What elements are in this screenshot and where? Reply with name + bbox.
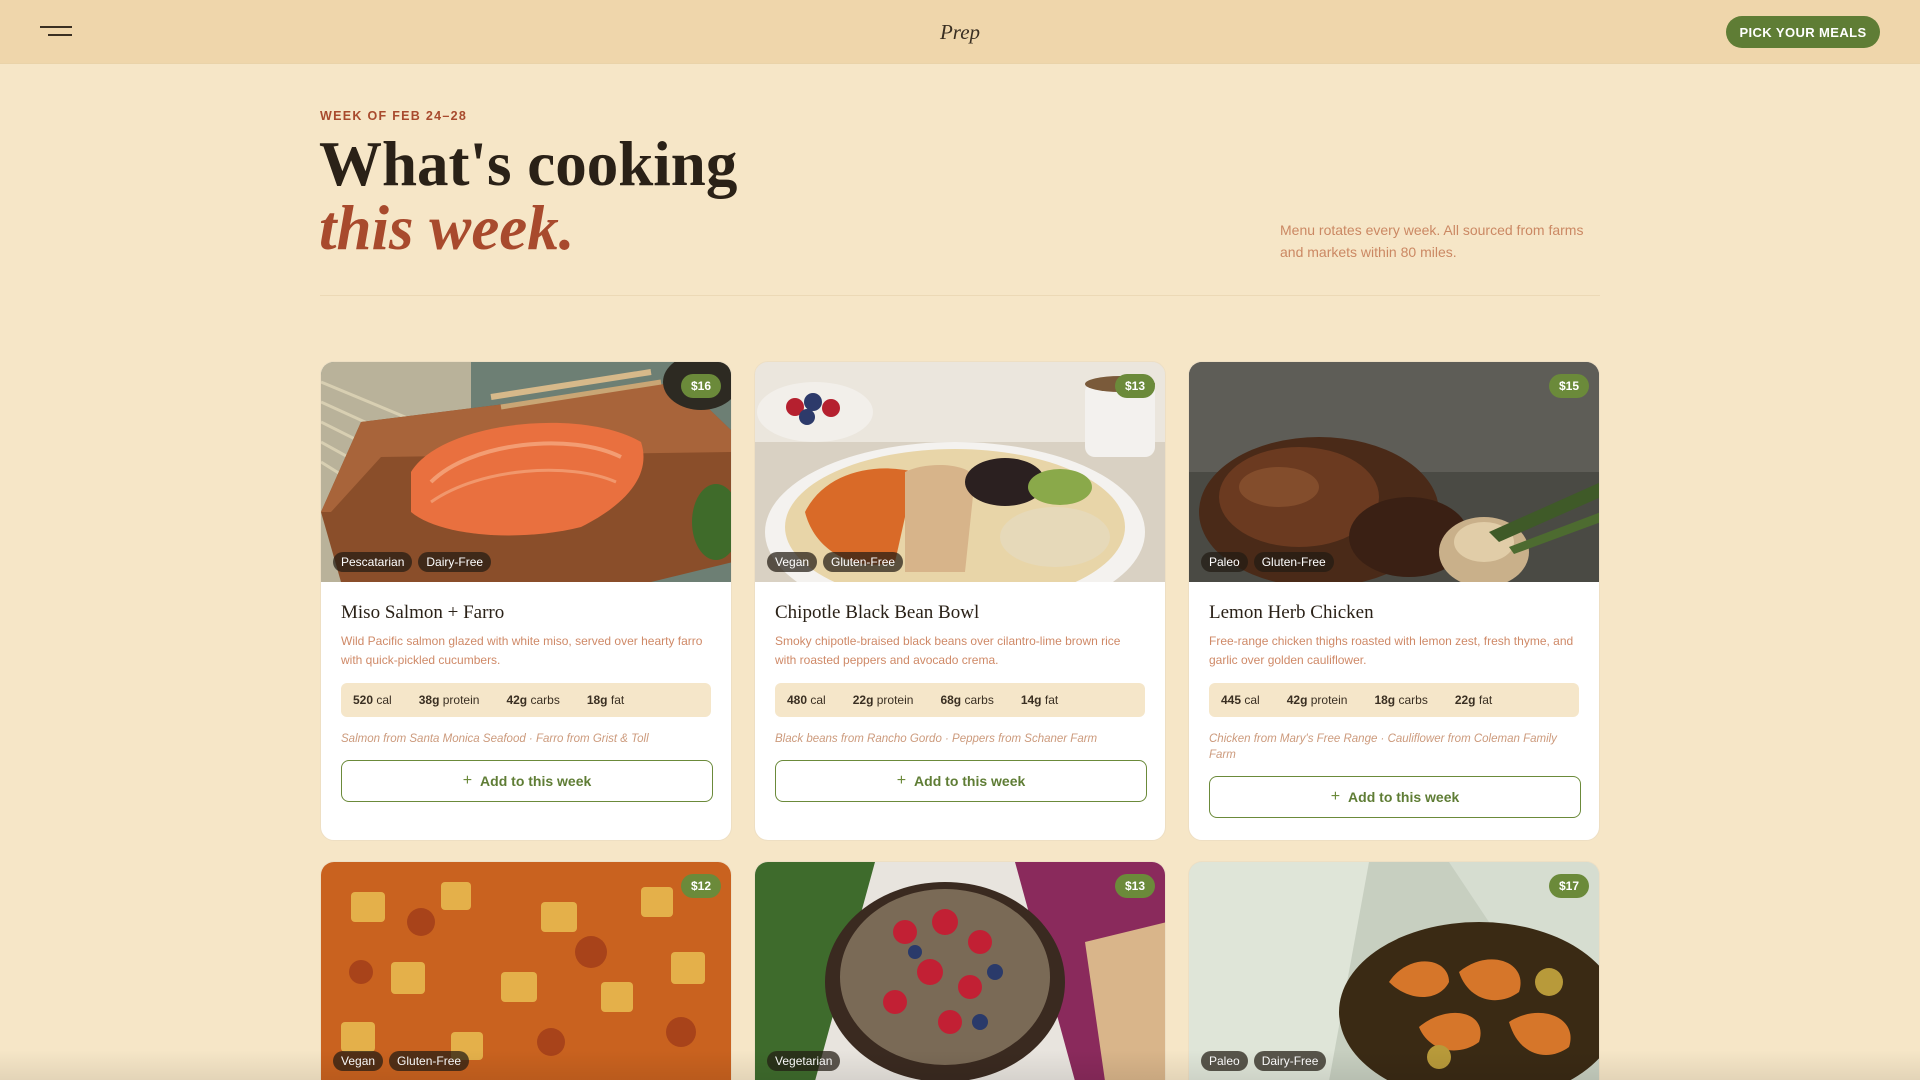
meal-card: $13 Vegan Gluten-Free Chipotle Black Bea… (754, 361, 1166, 841)
diet-tags: Pescatarian Dairy-Free (333, 552, 492, 572)
fat-value: 18g fat (586, 693, 625, 707)
carbs-value: 18g carbs (1374, 693, 1428, 707)
pick-your-meals-button[interactable]: PICK YOUR MEALS (1726, 16, 1880, 48)
price-badge: $17 (1548, 874, 1589, 898)
top-bar: Prep PICK YOUR MEALS (0, 0, 1920, 64)
page-title: What's cooking this week. (319, 132, 737, 260)
meal-card: $13 Vegetarian (754, 861, 1166, 1080)
diet-tag: Vegan (767, 552, 818, 572)
roast-chicken-photo: $15 Paleo Gluten-Free (1189, 362, 1599, 582)
diet-tag: Paleo (1201, 1051, 1248, 1071)
diet-tags: Paleo Gluten-Free (1201, 552, 1334, 572)
diet-tags: Vegetarian (767, 1051, 841, 1071)
diet-tags: Vegan Gluten-Free (333, 1051, 470, 1071)
ingredient-source: Black beans from Rancho Gordo · Peppers … (775, 733, 1098, 745)
brand-logo[interactable]: Prep (0, 20, 1920, 45)
nutrition-facts: 445 cal 42g protein 18g carbs 22g fat (1209, 683, 1579, 717)
meal-name: Lemon Herb Chicken (1209, 602, 1374, 623)
meal-description: Free-range chicken thighs roasted with l… (1209, 634, 1574, 667)
price-badge: $16 (680, 374, 721, 398)
acai-bowl-photo: $13 Vegetarian (755, 862, 1165, 1080)
diet-tag: Paleo (1201, 552, 1248, 572)
section-divider (320, 295, 1600, 296)
meal-description: Smoky chipotle-braised black beans over … (775, 634, 1121, 667)
grilled-shrimp-photo: $17 Paleo Dairy-Free (1189, 862, 1599, 1080)
diet-tag: Pescatarian (333, 552, 413, 572)
fat-value: 14g fat (1020, 693, 1059, 707)
carbs-value: 42g carbs (506, 693, 560, 707)
calories-value: 480 cal (787, 693, 826, 707)
meal-description: Wild Pacific salmon glazed with white mi… (341, 634, 703, 667)
price-badge: $12 (680, 874, 721, 898)
diet-tag: Gluten-Free (389, 1051, 470, 1071)
page-title-line1: What's cooking (319, 129, 738, 199)
diet-tag: Dairy-Free (418, 552, 492, 572)
diet-tag: Gluten-Free (1253, 552, 1334, 572)
price-badge: $13 (1114, 374, 1155, 398)
carbs-value: 68g carbs (940, 693, 994, 707)
diet-tag: Dairy-Free (1253, 1051, 1327, 1071)
meal-name: Miso Salmon + Farro (341, 602, 505, 623)
add-to-week-button[interactable]: + Add to this week (775, 760, 1147, 802)
diet-tag: Vegan (333, 1051, 384, 1071)
ingredient-source: Salmon from Santa Monica Seafood · Farro… (341, 733, 649, 745)
ingredient-source: Chicken from Mary's Free Range · Caulifl… (1209, 733, 1557, 761)
salmon-fillet-photo: $16 Pescatarian Dairy-Free (321, 362, 731, 582)
plus-icon: + (1330, 788, 1341, 805)
add-to-week-button[interactable]: + Add to this week (341, 760, 713, 802)
protein-value: 38g protein (418, 693, 480, 707)
nutrition-facts: 520 cal 38g protein 42g carbs 18g fat (341, 683, 711, 717)
menu-intro-text: Menu rotates every week. All sourced fro… (1280, 222, 1584, 260)
grain-bowl-photo: $13 Vegan Gluten-Free (755, 362, 1165, 582)
calories-value: 520 cal (353, 693, 392, 707)
week-label: WEEK OF FEB 24–28 (320, 109, 468, 123)
protein-value: 22g protein (852, 693, 914, 707)
price-badge: $13 (1114, 874, 1155, 898)
meal-card: $17 Paleo Dairy-Free (1188, 861, 1600, 1080)
plus-icon: + (896, 772, 907, 789)
diet-tag: Vegetarian (767, 1051, 841, 1071)
fat-value: 22g fat (1454, 693, 1493, 707)
meal-name: Chipotle Black Bean Bowl (775, 602, 980, 623)
price-badge: $15 (1548, 374, 1589, 398)
plus-icon: + (462, 772, 473, 789)
nutrition-facts: 480 cal 22g protein 68g carbs 14g fat (775, 683, 1145, 717)
diet-tags: Paleo Dairy-Free (1201, 1051, 1327, 1071)
meal-card: $12 Vegan Gluten-Free (320, 861, 732, 1080)
diet-tags: Vegan Gluten-Free (767, 552, 904, 572)
protein-value: 42g protein (1286, 693, 1348, 707)
menu-icon[interactable] (40, 24, 74, 38)
meal-card: $15 Paleo Gluten-Free Lemon Herb Chicken… (1188, 361, 1600, 841)
diet-tag: Gluten-Free (823, 552, 904, 572)
calories-value: 445 cal (1221, 693, 1260, 707)
meal-card: $16 Pescatarian Dairy-Free Miso Salmon +… (320, 361, 732, 841)
add-to-week-button[interactable]: + Add to this week (1209, 776, 1581, 818)
lentil-stew-photo: $12 Vegan Gluten-Free (321, 862, 731, 1080)
page-title-line2: this week. (319, 193, 575, 263)
